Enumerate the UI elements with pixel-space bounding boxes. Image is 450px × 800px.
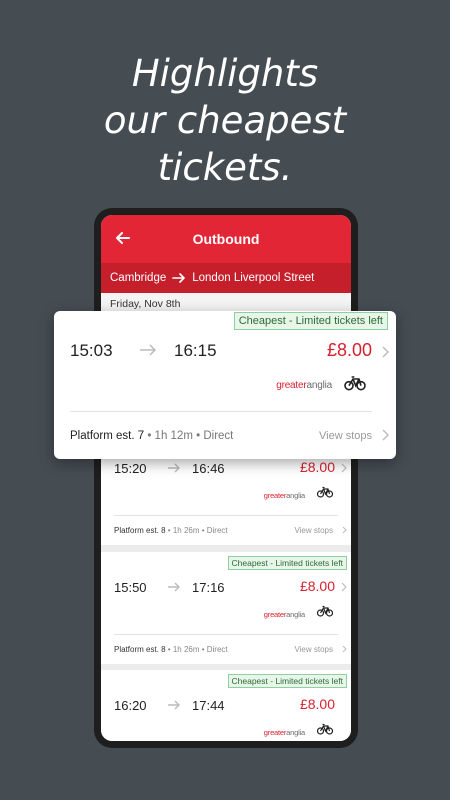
cheapest-badge: Cheapest - Limited tickets left [227, 556, 347, 570]
departure-time: 15:20 [114, 461, 147, 476]
ticket-price: £8.00 [299, 578, 335, 594]
route-bar[interactable]: Cambridge London Liverpool Street [101, 263, 351, 293]
bicycle-icon [317, 605, 333, 617]
ticket-price: £8.00 [299, 459, 335, 475]
operator-logo: greateranglia [263, 610, 305, 619]
bicycle-icon [317, 723, 333, 735]
journey-card[interactable]: Cheapest - Limited tickets left 16:20 17… [101, 670, 351, 741]
route-destination: London Liverpool Street [192, 272, 315, 284]
chevron-right-icon [382, 429, 389, 441]
operator-logo: greateranglia [263, 491, 305, 500]
cheapest-badge: Cheapest - Limited tickets left [233, 312, 388, 330]
bicycle-icon [317, 486, 333, 498]
view-stops-link[interactable]: View stops [319, 430, 372, 442]
departure-time: 15:50 [114, 580, 147, 595]
arrival-time: 16:46 [192, 461, 225, 476]
featured-journey-card[interactable]: Cheapest - Limited tickets left 15:03 16… [54, 311, 396, 459]
departure-time: 15:03 [70, 341, 113, 360]
journey-card[interactable]: Cheapest - Limited tickets left 15:50 17… [101, 552, 351, 664]
platform-info: Platform est. 7 • 1h 12m • Direct [70, 430, 234, 442]
phone-frame: Outbound Cambridge London Liverpool Stre… [94, 208, 358, 748]
cheapest-badge: Cheapest - Limited tickets left [227, 674, 347, 688]
arrow-right-icon [168, 463, 180, 473]
bicycle-icon [344, 376, 366, 391]
operator-logo: greateranglia [263, 728, 305, 737]
journey-card[interactable]: 15:20 16:46 £8.00 greateranglia Platform… [101, 453, 351, 545]
platform-info: Platform est. 8 • 1h 26m • Direct [114, 526, 228, 535]
phone-screen: Outbound Cambridge London Liverpool Stre… [101, 215, 351, 741]
ticket-price: £8.00 [299, 696, 335, 712]
arrow-left-icon[interactable] [113, 228, 133, 248]
chevron-right-icon [341, 463, 347, 473]
chevron-right-icon [342, 526, 347, 534]
arrow-right-icon [168, 700, 180, 710]
arrow-right-icon [140, 344, 157, 356]
chevron-right-icon [342, 645, 347, 653]
view-stops-link[interactable]: View stops [294, 526, 333, 535]
arrow-right-icon [168, 582, 180, 592]
headline: Highlights our cheapest tickets. [0, 50, 450, 191]
headline-line: our cheapest [103, 99, 347, 142]
chevron-right-icon [382, 346, 389, 358]
view-stops-link[interactable]: View stops [294, 645, 333, 654]
divider [114, 515, 338, 516]
chevron-right-icon [341, 582, 347, 592]
page-title: Outbound [192, 231, 260, 247]
departure-time: 16:20 [114, 698, 147, 713]
arrow-right-icon [172, 273, 186, 283]
divider [70, 411, 372, 412]
app-bar: Outbound [101, 215, 351, 263]
divider [114, 634, 338, 635]
operator-logo: greateranglia [276, 380, 332, 391]
arrival-time: 16:15 [174, 341, 217, 360]
arrival-time: 17:44 [192, 698, 225, 713]
headline-line: tickets. [157, 146, 293, 189]
platform-info: Platform est. 8 • 1h 26m • Direct [114, 645, 228, 654]
route-origin: Cambridge [110, 272, 167, 284]
ticket-price: £8.00 [326, 340, 372, 360]
headline-line: Highlights [131, 52, 319, 95]
arrival-time: 17:16 [192, 580, 225, 595]
